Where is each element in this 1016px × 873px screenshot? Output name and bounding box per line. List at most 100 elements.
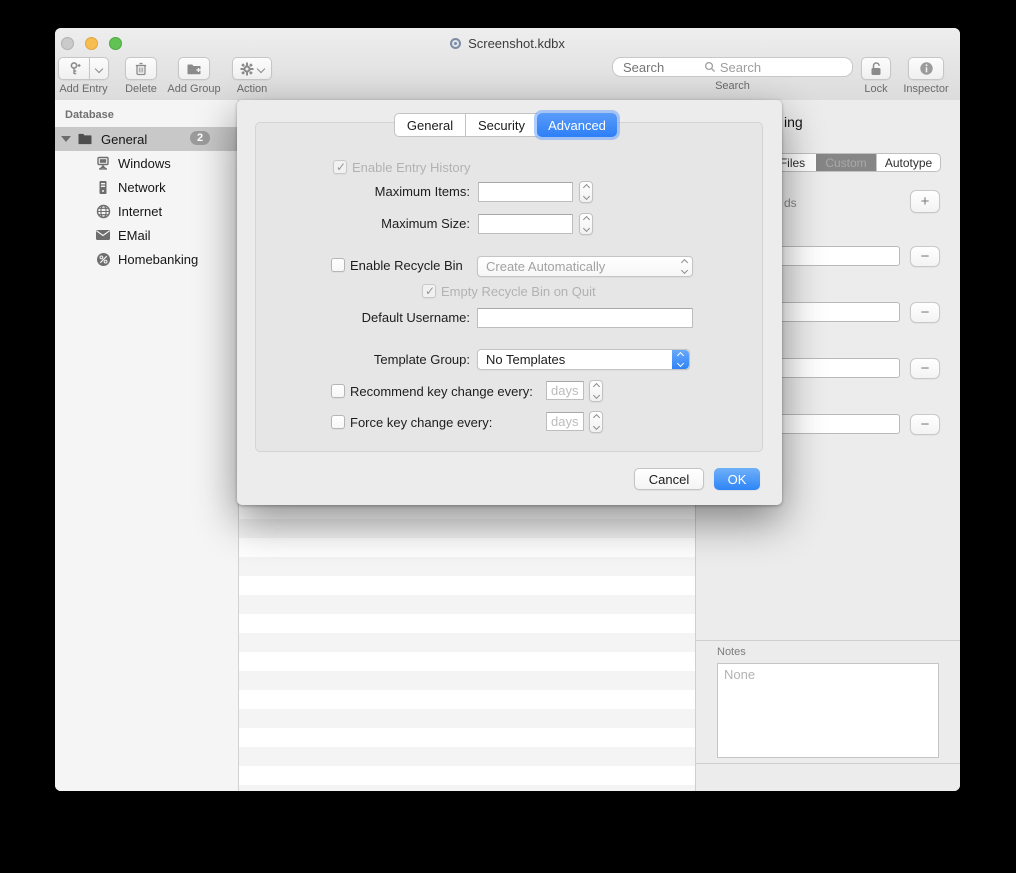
force-key-change-checkbox[interactable] — [331, 415, 345, 429]
recommend-key-change-days-input[interactable] — [546, 381, 584, 400]
toolbar-item-inspector: Inspector — [908, 57, 944, 95]
force-key-change-label: Force key change every: — [350, 415, 492, 430]
chevron-up-icon — [592, 383, 599, 390]
chevron-down-icon — [592, 392, 599, 399]
sidebar-item-label: Windows — [118, 156, 171, 171]
empty-recycle-bin-label: Empty Recycle Bin on Quit — [441, 284, 596, 299]
divider — [696, 763, 960, 764]
maximum-size-stepper[interactable] — [579, 213, 593, 235]
maximum-size-label: Maximum Size: — [320, 216, 470, 231]
add-entry-button[interactable] — [58, 57, 89, 80]
maximum-items-input[interactable] — [478, 182, 573, 202]
windows-icon — [95, 155, 111, 171]
default-username-label: Default Username: — [320, 310, 470, 325]
toolbar-item-delete: Delete — [125, 57, 157, 95]
add-entry-label: Add Entry — [59, 83, 107, 95]
sidebar-item-label: Homebanking — [118, 252, 198, 267]
lock-button[interactable] — [861, 57, 891, 80]
search-label: Search — [715, 80, 750, 92]
sidebar-item-email[interactable]: EMail — [55, 223, 238, 247]
tab-general[interactable]: General — [394, 113, 465, 137]
empty-recycle-bin-checkbox[interactable] — [422, 284, 436, 298]
unlocked-padlock-icon — [869, 61, 883, 77]
maximum-items-label: Maximum Items: — [320, 184, 470, 199]
inspector-title-fragment: ing — [784, 114, 803, 130]
recommend-key-change-checkbox[interactable] — [331, 384, 345, 398]
action-button[interactable] — [232, 57, 272, 80]
network-icon — [95, 179, 111, 195]
chevron-down-icon — [257, 64, 265, 72]
maximum-size-input[interactable] — [478, 214, 573, 234]
toolbar-item-action: Action — [232, 57, 272, 95]
homebanking-icon — [95, 251, 111, 267]
toolbar-item-search: Search Search — [612, 57, 853, 92]
default-username-input[interactable] — [477, 308, 693, 328]
template-group-value: No Templates — [486, 352, 565, 367]
inspector-label: Inspector — [903, 83, 948, 95]
remove-custom-field-button[interactable]: − — [910, 302, 940, 323]
remove-custom-field-button[interactable]: − — [910, 246, 940, 267]
desktop: { "titlebar": { "title": "Screenshot.kdb… — [0, 0, 1016, 873]
notes-label: Notes — [717, 646, 746, 658]
app-window: Screenshot.kdbx Add Entry — [55, 28, 960, 791]
lock-label: Lock — [864, 83, 887, 95]
folder-plus-icon — [186, 62, 202, 76]
chevron-up-icon — [582, 184, 589, 191]
internet-icon — [95, 203, 111, 219]
delete-label: Delete — [125, 83, 157, 95]
force-key-change-stepper[interactable] — [589, 411, 603, 433]
sidebar-item-internet[interactable]: Internet — [55, 199, 238, 223]
email-icon — [95, 227, 111, 243]
enable-recycle-bin-label: Enable Recycle Bin — [350, 258, 463, 273]
enable-entry-history-label: Enable Entry History — [352, 160, 471, 175]
remove-custom-field-button[interactable]: − — [910, 358, 940, 379]
chevron-down-icon — [592, 423, 599, 430]
tab-custom[interactable]: Custom — [816, 154, 876, 171]
tab-autotype[interactable]: Autotype — [876, 154, 940, 171]
popup-chevrons-icon — [682, 257, 687, 276]
recommend-key-change-stepper[interactable] — [589, 380, 603, 402]
search-input[interactable] — [612, 57, 853, 77]
sidebar-item-windows[interactable]: Windows — [55, 151, 238, 175]
recommend-key-change-label: Recommend key change every: — [350, 384, 533, 399]
maximum-items-stepper[interactable] — [579, 181, 593, 203]
window-title-row: Screenshot.kdbx — [55, 34, 960, 52]
ok-button[interactable]: OK — [714, 468, 760, 490]
add-group-button[interactable] — [178, 57, 210, 80]
remove-custom-field-button[interactable]: − — [910, 414, 940, 435]
toolbar-item-add-group: Add Group — [178, 57, 210, 95]
add-custom-field-button[interactable]: + — [910, 190, 940, 213]
delete-button[interactable] — [125, 57, 157, 80]
inspector-button[interactable] — [908, 57, 944, 80]
folder-icon — [77, 131, 93, 147]
enable-recycle-bin-checkbox[interactable] — [331, 258, 345, 272]
tab-security[interactable]: Security — [465, 113, 537, 137]
sidebar-item-network[interactable]: Network — [55, 175, 238, 199]
disclosure-triangle-icon[interactable] — [61, 136, 71, 142]
notes-textarea[interactable] — [717, 663, 939, 758]
dialog-tab-bar: General Security Advanced — [394, 113, 617, 137]
sidebar-item-label: Internet — [118, 204, 162, 219]
gear-icon — [240, 62, 254, 76]
template-group-popup[interactable]: No Templates — [477, 349, 690, 370]
trash-icon — [134, 61, 148, 76]
chevron-down-icon — [95, 64, 103, 72]
force-key-change-days-input[interactable] — [546, 412, 584, 431]
sidebar-item-label: Network — [118, 180, 166, 195]
chevron-down-icon — [582, 225, 589, 232]
toolbar-item-add-entry: Add Entry — [58, 57, 109, 95]
template-group-label: Template Group: — [320, 352, 470, 367]
enable-entry-history-checkbox[interactable] — [333, 160, 347, 174]
sidebar-item-label: EMail — [118, 228, 151, 243]
tab-advanced[interactable]: Advanced — [537, 113, 617, 137]
sidebar-item-homebanking[interactable]: Homebanking — [55, 247, 238, 271]
chevron-down-icon — [582, 193, 589, 200]
recycle-bin-mode-popup[interactable]: Create Automatically — [477, 256, 693, 277]
cancel-button[interactable]: Cancel — [634, 468, 704, 490]
sidebar-item-general[interactable]: General 2 — [55, 127, 238, 151]
chevron-up-icon — [592, 414, 599, 421]
key-plus-icon — [66, 61, 82, 77]
add-entry-dropdown-button[interactable] — [89, 57, 109, 80]
recycle-bin-mode-value: Create Automatically — [486, 259, 605, 274]
sidebar-section-header: Database — [65, 109, 114, 121]
